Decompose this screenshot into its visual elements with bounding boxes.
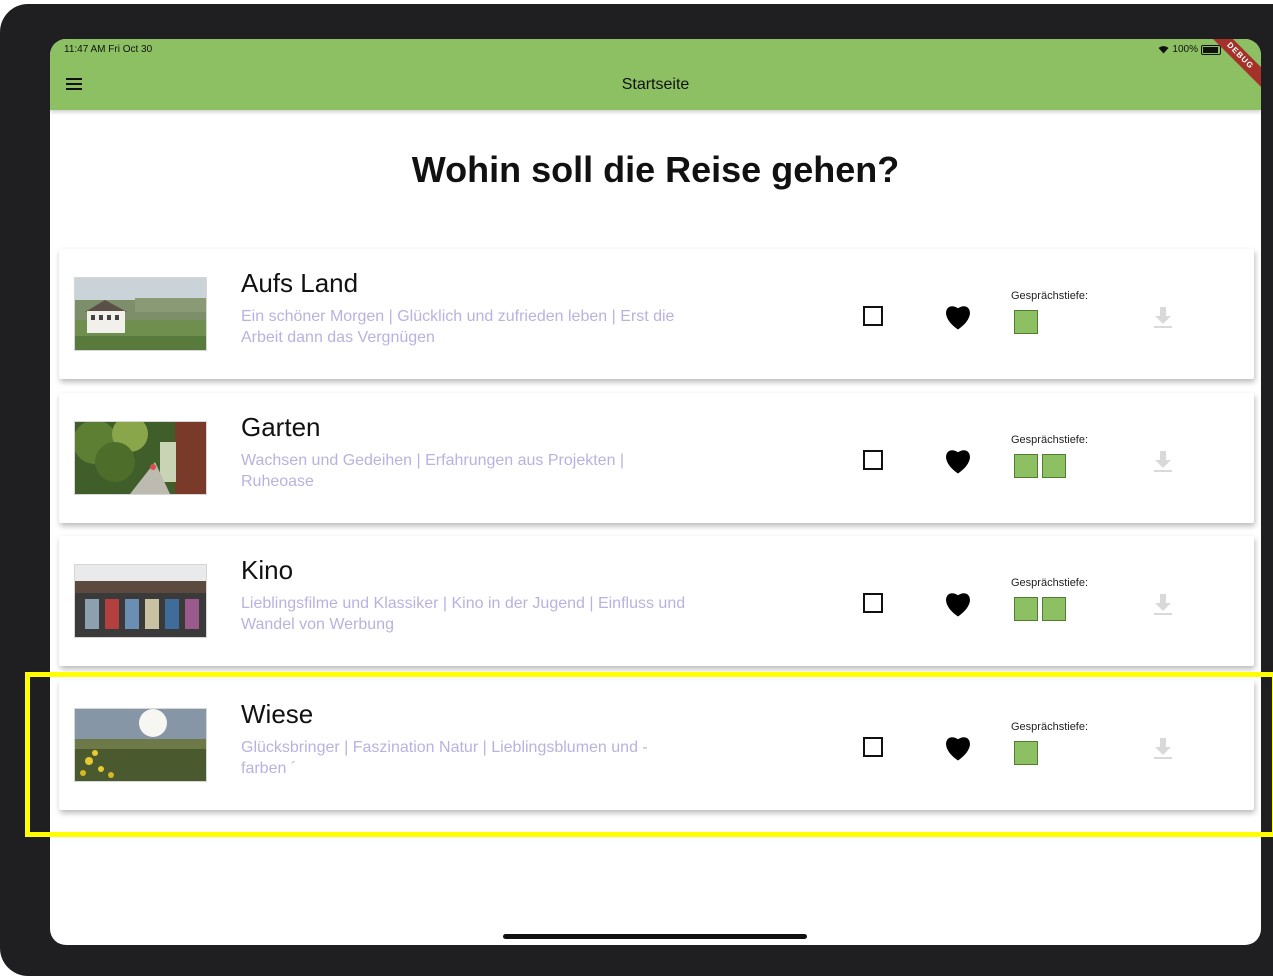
topic-title: Wiese [241,699,314,729]
topic-thumbnail [74,564,207,638]
depth-level-box [1014,310,1038,334]
depth-level-box [1042,597,1066,621]
topic-thumbnail [74,708,207,782]
topic-card-kino[interactable]: Kino Lieblingsfilme und Klassiker | Kino… [59,536,1254,666]
heart-icon[interactable] [943,734,973,762]
select-checkbox[interactable] [863,450,883,470]
battery-icon [1201,44,1221,55]
depth-label: Gesprächstiefe: [1011,290,1089,302]
topic-title: Aufs Land [241,268,359,298]
select-checkbox[interactable] [863,737,883,757]
depth-label: Gesprächstiefe: [1011,721,1089,733]
depth-indicator [1014,454,1066,478]
download-icon[interactable] [1152,305,1174,329]
app-bar: 11:47 AM Fri Oct 30 100% Startseite DEBU… [50,39,1261,110]
heart-icon[interactable] [943,447,973,475]
depth-level-box [1042,454,1066,478]
topic-subtitle: Wachsen und Gedeihen | Erfahrungen aus P… [241,452,625,490]
heart-icon[interactable] [943,590,973,618]
topic-subtitle: Lieblingsfilme und Klassiker | Kino in d… [241,595,686,633]
topic-subtitle: Glücksbringer | Faszination Natur | Lieb… [241,739,648,777]
download-icon[interactable] [1152,449,1174,473]
download-icon[interactable] [1152,592,1174,616]
depth-indicator [1014,597,1066,621]
topic-subtitle: Ein schöner Morgen | Glücklich und zufri… [241,308,675,346]
select-checkbox[interactable] [863,306,883,326]
topic-card-garten[interactable]: Garten Wachsen und Gedeihen | Erfahrunge… [59,393,1254,523]
depth-indicator [1014,741,1038,765]
battery-percent: 100% [1172,44,1198,55]
main-heading: Wohin soll die Reise gehen? [411,149,900,190]
home-indicator[interactable] [503,934,807,939]
topic-card-aufs-land[interactable]: Aufs Land Ein schöner Morgen | Glücklich… [59,249,1254,379]
topic-thumbnail [74,277,207,351]
topic-thumbnail [74,421,207,495]
depth-level-box [1014,741,1038,765]
select-checkbox[interactable] [863,593,883,613]
depth-level-box [1014,454,1038,478]
topic-card-wiese[interactable]: Wiese Glücksbringer | Faszination Natur … [59,680,1254,810]
status-time: 11:47 AM Fri Oct 30 [64,44,153,55]
depth-label: Gesprächstiefe: [1011,577,1089,589]
page-title: Startseite [621,76,690,93]
topic-title: Kino [241,555,294,585]
topic-title: Garten [241,412,321,442]
download-icon[interactable] [1152,736,1174,760]
app-screen: 11:47 AM Fri Oct 30 100% Startseite DEBU… [50,39,1261,945]
status-indicators: 100% [1158,44,1221,55]
wifi-icon [1158,46,1169,54]
depth-indicator [1014,310,1038,334]
depth-label: Gesprächstiefe: [1011,434,1089,446]
depth-level-box [1014,597,1038,621]
heart-icon[interactable] [943,303,973,331]
